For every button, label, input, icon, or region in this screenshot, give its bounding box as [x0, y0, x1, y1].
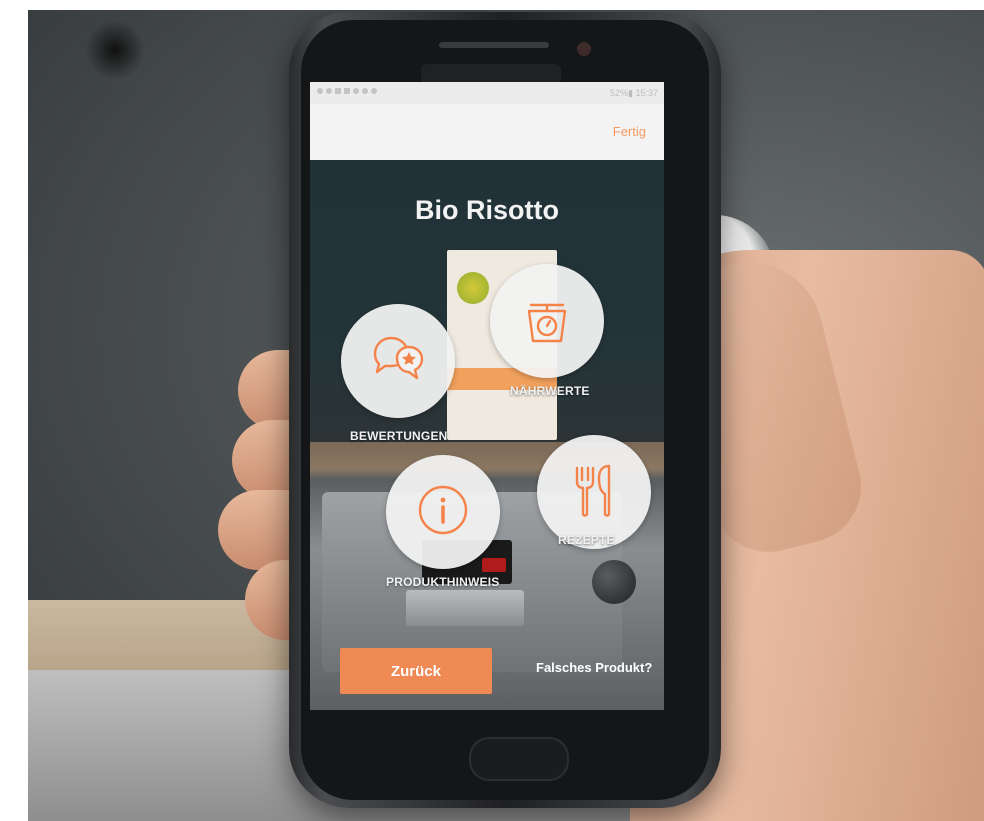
pack-logo — [457, 272, 489, 304]
ratings-label: BEWERTUNGEN — [350, 429, 448, 443]
background-shadow — [85, 20, 145, 80]
app-bar: Fertig — [310, 104, 664, 160]
notification-icons — [316, 82, 386, 104]
background-photo: 52%▮ 15:37 Fertig Bio Risotto BEWERTUNGE… — [0, 0, 984, 821]
scale-icon — [517, 289, 577, 354]
phone-speaker — [439, 42, 549, 48]
oven-led — [482, 558, 506, 572]
nutrition-label: NÄHRWERTE — [510, 384, 590, 398]
home-button[interactable] — [469, 737, 569, 781]
info-icon — [415, 482, 471, 543]
fork-knife-icon — [565, 460, 623, 525]
phone-sensor — [421, 64, 561, 84]
ratings-button[interactable] — [341, 304, 455, 418]
status-info: 52%▮ 15:37 — [610, 88, 658, 98]
recipes-button[interactable] — [537, 435, 651, 549]
back-button[interactable]: Zurück — [340, 648, 492, 694]
oven-knob — [592, 560, 636, 604]
done-button[interactable]: Fertig — [613, 124, 646, 139]
recipes-label: REZEPTE — [558, 533, 615, 547]
product-title: Bio Risotto — [415, 195, 559, 225]
oven-buttons — [406, 590, 524, 626]
app-screen: 52%▮ 15:37 Fertig Bio Risotto BEWERTUNGE… — [310, 82, 664, 710]
image-border — [0, 0, 984, 10]
image-border — [0, 0, 28, 821]
product-info-button[interactable] — [386, 455, 500, 569]
chat-star-icon — [367, 328, 429, 395]
wrong-product-link[interactable]: Falsches Produkt? — [536, 660, 652, 675]
product-info-label: PRODUKTHINWEIS — [386, 575, 500, 589]
nutrition-button[interactable] — [490, 264, 604, 378]
front-camera — [577, 42, 591, 56]
status-bar: 52%▮ 15:37 — [310, 82, 664, 104]
